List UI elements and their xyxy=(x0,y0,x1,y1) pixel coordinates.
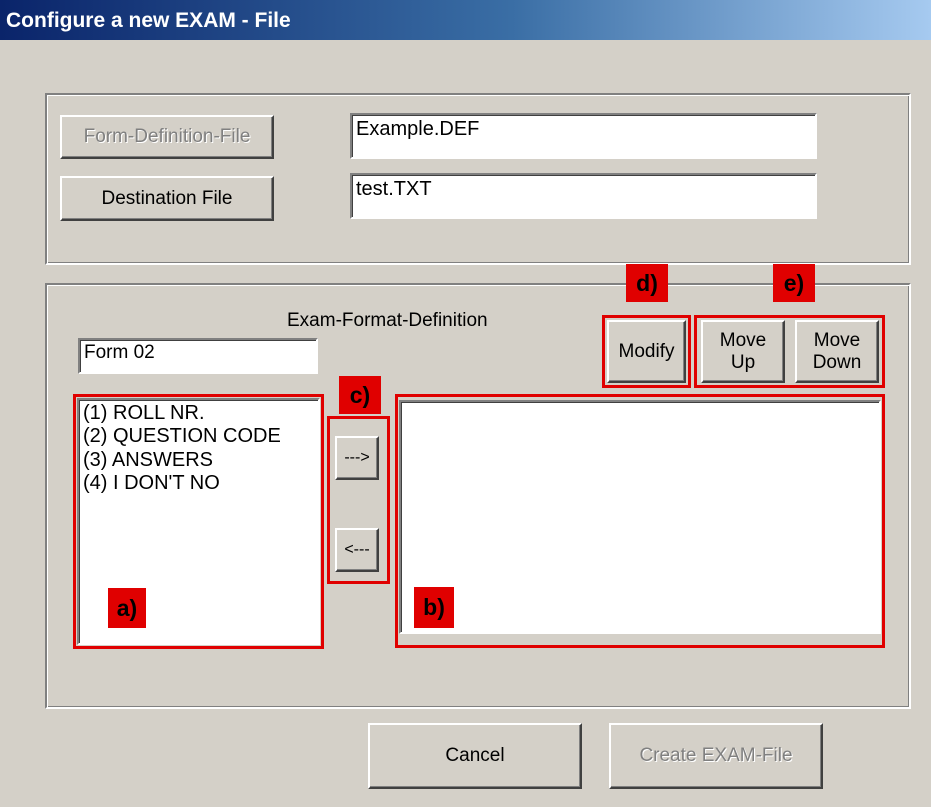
modify-label: Modify xyxy=(618,340,675,362)
destination-file-field[interactable]: test.TXT xyxy=(350,173,817,219)
list-item[interactable]: (1) ROLL NR. xyxy=(83,402,314,425)
left-arrow-icon: <--- xyxy=(344,540,370,558)
list-item[interactable]: (3) ANSWERS xyxy=(83,449,314,472)
move-up-label-line1: Move xyxy=(719,329,767,351)
move-down-label-line1: Move xyxy=(813,329,861,351)
annotation-label-c: c) xyxy=(339,376,381,414)
annotation-label-a: a) xyxy=(108,588,146,628)
add-field-button[interactable]: ---> xyxy=(335,436,379,480)
move-down-label-line2: Down xyxy=(812,351,862,373)
annotation-label-e: e) xyxy=(773,264,815,302)
move-down-button[interactable]: Move Down xyxy=(795,320,879,383)
destination-file-button[interactable]: Destination File xyxy=(60,176,274,221)
annotation-label-d: d) xyxy=(626,264,668,302)
form-definition-file-button[interactable]: Form-Definition-File xyxy=(60,115,274,159)
destination-file-label: Destination File xyxy=(101,187,233,209)
selected-fields-list[interactable] xyxy=(399,400,881,634)
create-exam-file-label: Create EXAM-File xyxy=(639,745,793,767)
move-up-button[interactable]: Move Up xyxy=(701,320,785,383)
list-item[interactable]: (4) I DON'T NO xyxy=(83,472,314,495)
create-exam-file-button[interactable]: Create EXAM-File xyxy=(609,723,823,789)
exam-format-heading: Exam-Format-Definition xyxy=(287,310,488,331)
modify-button[interactable]: Modify xyxy=(607,320,686,383)
title-bar: Configure a new EXAM - File xyxy=(0,0,931,40)
window-title: Configure a new EXAM - File xyxy=(6,9,291,32)
cancel-label: Cancel xyxy=(445,745,505,767)
form-definition-file-field[interactable]: Example.DEF xyxy=(350,113,817,159)
move-up-label-line2: Up xyxy=(730,351,756,373)
annotation-label-b: b) xyxy=(414,587,454,628)
list-item[interactable]: (2) QUESTION CODE xyxy=(83,425,314,448)
form-definition-file-label: Form-Definition-File xyxy=(83,126,251,148)
cancel-button[interactable]: Cancel xyxy=(368,723,582,789)
form-name-field[interactable]: Form 02 xyxy=(78,338,318,374)
right-arrow-icon: ---> xyxy=(344,448,370,466)
remove-field-button[interactable]: <--- xyxy=(335,528,379,572)
